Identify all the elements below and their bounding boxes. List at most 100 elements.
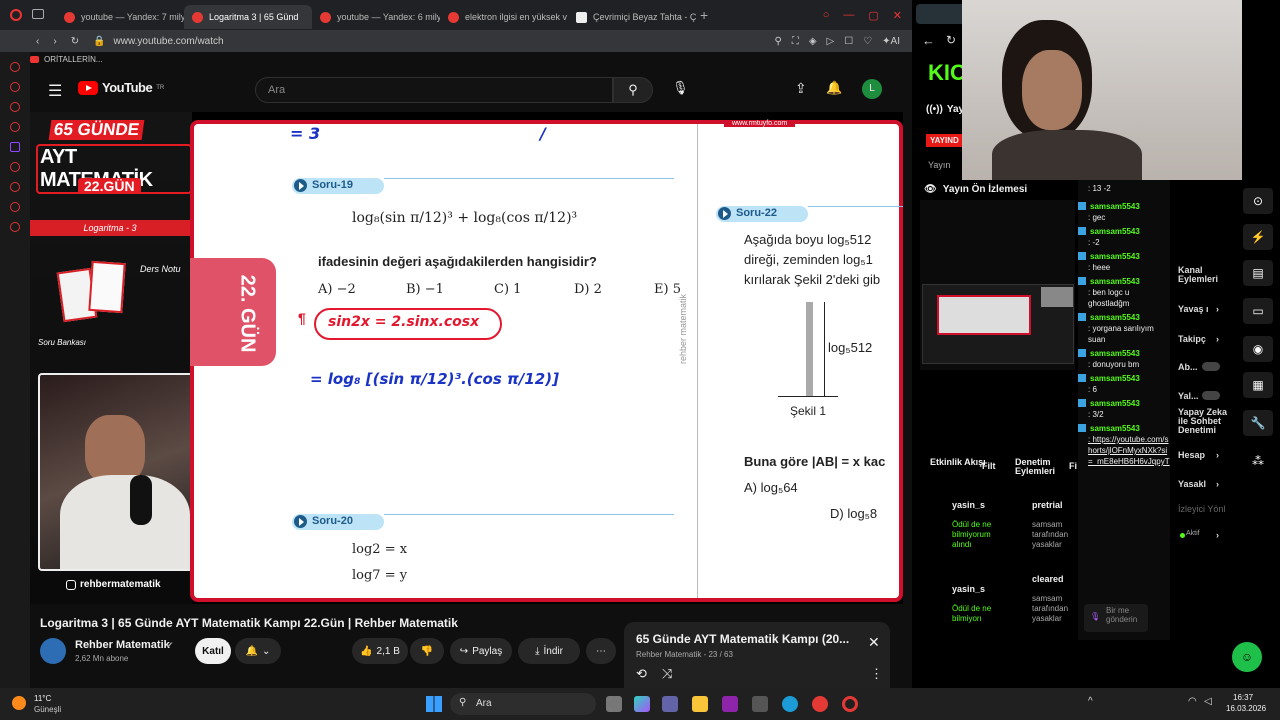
video-player[interactable]: 65 GÜNDE AYT MATEMATİK 22.GÜN Logaritma …	[30, 112, 903, 604]
chat-username[interactable]: samsam5543	[1088, 398, 1170, 409]
menu-item-subscribers[interactable]: Ab...	[1178, 362, 1198, 372]
volume-icon[interactable]: ◁	[1204, 696, 1212, 707]
tab-electron[interactable]: elektron ilgisi en yüksek v	[440, 5, 568, 29]
activity-user[interactable]: yasin_s	[952, 500, 985, 510]
share-button[interactable]: ↪ Paylaş	[450, 638, 512, 664]
shield-icon[interactable]: ◈	[809, 36, 817, 47]
chat-username[interactable]: samsam5543	[1088, 226, 1170, 237]
chat-username[interactable]: samsam5543	[1088, 251, 1170, 262]
minimize-icon[interactable]: —	[843, 9, 854, 22]
teams-icon[interactable]	[662, 696, 678, 712]
loop-icon[interactable]: ⟲	[636, 666, 647, 682]
kick-help-button[interactable]: ☺	[1232, 642, 1262, 672]
task-view-icon[interactable]	[606, 696, 622, 712]
tab-yandex-2[interactable]: youtube — Yandex: 6 milyo	[312, 5, 440, 29]
document-icon[interactable]: ▤	[1243, 260, 1273, 286]
menu-item-account[interactable]: Hesap	[1178, 450, 1205, 460]
shuffle-icon[interactable]: ⤨	[662, 666, 672, 682]
chat-username[interactable]: samsam5543	[1088, 201, 1170, 212]
twitch-icon[interactable]	[10, 142, 20, 152]
copilot-icon[interactable]	[634, 696, 650, 712]
dislike-button[interactable]: 👎	[410, 638, 444, 664]
chat-username[interactable]: samsam5543	[1088, 348, 1170, 359]
play-icon[interactable]: ▷	[827, 36, 835, 47]
sidebar-icon-6[interactable]	[10, 182, 20, 192]
forward-icon[interactable]: ›	[53, 36, 56, 47]
kick-back-icon[interactable]: ←	[922, 33, 935, 48]
heart-icon[interactable]: ♡	[863, 36, 872, 47]
chat-username[interactable]: samsam5543	[1088, 276, 1170, 287]
clock-date[interactable]: 16.03.2026	[1226, 704, 1266, 713]
tab-yandex-1[interactable]: youtube — Yandex: 7 milyo	[56, 5, 184, 29]
sidebar-icon-2[interactable]	[10, 82, 20, 92]
tab-youtube-video[interactable]: Logaritma 3 | 65 Günd	[184, 5, 312, 29]
menu-item-followers[interactable]: Takipç	[1178, 334, 1206, 344]
mod-actions-filter[interactable]: Fi	[1069, 461, 1077, 471]
sidebar-icon-7[interactable]	[10, 202, 20, 212]
clock-time[interactable]: 16:37	[1233, 693, 1253, 702]
shapes-icon[interactable]: ⁂	[1243, 448, 1273, 474]
chat-username[interactable]: samsam5543	[1088, 373, 1170, 384]
close-window-icon[interactable]: ✕	[893, 9, 902, 22]
bookmark-icon[interactable]: ☐	[844, 36, 853, 47]
weather-icon[interactable]	[12, 696, 26, 710]
subscribers-toggle[interactable]	[1202, 362, 1220, 371]
maximize-icon[interactable]: ▢	[868, 9, 878, 22]
subscribe-bell-button[interactable]: 🔔 ⌄	[235, 638, 281, 664]
sidebar-icon-4[interactable]	[10, 122, 20, 132]
layout-icon[interactable]: ▦	[1243, 372, 1273, 398]
file-explorer-icon[interactable]	[692, 696, 708, 712]
calculator-icon[interactable]	[752, 696, 768, 712]
weather-temp[interactable]: 11°C	[34, 694, 51, 703]
playlist-title[interactable]: 65 Günde AYT Matematik Kampı (20...	[636, 632, 849, 646]
chat-username[interactable]: samsam5543	[1088, 312, 1170, 323]
close-icon[interactable]: ✕	[868, 634, 880, 651]
opera-icon[interactable]	[842, 696, 858, 712]
menu-item-bans[interactable]: Yasakl	[1178, 479, 1206, 489]
chat-link[interactable]: : https://youtube.com/shorts/jlOFnMyxNXk…	[1088, 434, 1170, 467]
bookmark-item[interactable]: ORİTALLERİN...	[44, 55, 103, 64]
wrench-icon[interactable]: 🔧	[1243, 410, 1273, 436]
wifi-icon[interactable]: ◠	[1188, 696, 1197, 707]
sidebar-icon-1[interactable]	[10, 62, 20, 72]
more-actions-button[interactable]: ⋯	[586, 638, 616, 664]
notifications-icon[interactable]: 🔔	[826, 80, 842, 96]
join-button[interactable]: Katıl	[195, 638, 231, 664]
menu-item-emotes[interactable]: Yal...	[1178, 391, 1199, 401]
sidebar-icon-3[interactable]	[10, 102, 20, 112]
stream-preview[interactable]: Etkinlik Akışı Filt Denetim Eylemleri Fi…	[920, 200, 1077, 623]
menu-icon[interactable]: ☰	[48, 81, 62, 101]
channel-name[interactable]: Rehber Matematik	[75, 639, 170, 651]
chat-input[interactable]: 🎙 Bir me gönderin	[1084, 604, 1148, 632]
browser-logo-icon[interactable]	[10, 9, 22, 21]
menu-item-ai-moderation[interactable]: Yapay Zeka ile Sohbet Denetimi	[1178, 408, 1228, 435]
back-icon[interactable]: ‹	[36, 36, 39, 47]
app-purple-icon[interactable]	[722, 696, 738, 712]
url-field[interactable]: www.youtube.com/watch	[114, 36, 224, 47]
menu-item-slow-mode[interactable]: Yavaş ı	[1178, 304, 1209, 314]
reload-icon[interactable]: ↻	[71, 36, 79, 47]
ai-icon[interactable]: ✦AI	[882, 36, 900, 47]
new-tab-icon[interactable]: +	[700, 7, 708, 23]
download-button[interactable]: ⤓ İndir	[518, 638, 580, 664]
upload-icon[interactable]: ⇪	[795, 80, 807, 97]
search-button[interactable]: ⚲	[613, 77, 653, 103]
tab-whiteboard[interactable]: Çevrimiçi Beyaz Tahta - Ç	[568, 5, 696, 29]
tray-chevron-icon[interactable]: ^	[1088, 696, 1093, 707]
target-icon[interactable]: ⊙	[1243, 188, 1273, 214]
menu-item-active[interactable]: Aktif	[1186, 530, 1200, 537]
kick-logo[interactable]: KIC	[928, 60, 966, 86]
edge-icon[interactable]	[782, 696, 798, 712]
activity-user[interactable]: yasin_s	[952, 584, 985, 594]
chat-username[interactable]: samsam5543	[1088, 423, 1170, 434]
start-icon[interactable]	[426, 696, 442, 712]
search-icon[interactable]: ○	[823, 9, 830, 22]
playlist-more-icon[interactable]: ⋮	[870, 666, 883, 682]
settings-icon[interactable]	[10, 222, 20, 232]
search-input[interactable]: Ara	[255, 77, 613, 103]
kick-reload-icon[interactable]: ↻	[946, 33, 956, 47]
tab-overview-icon[interactable]	[32, 9, 44, 19]
sidebar-icon-5[interactable]	[10, 162, 20, 172]
pin-icon[interactable]: ⚲	[775, 36, 782, 47]
voice-search-icon[interactable]: 🎙	[672, 80, 689, 96]
